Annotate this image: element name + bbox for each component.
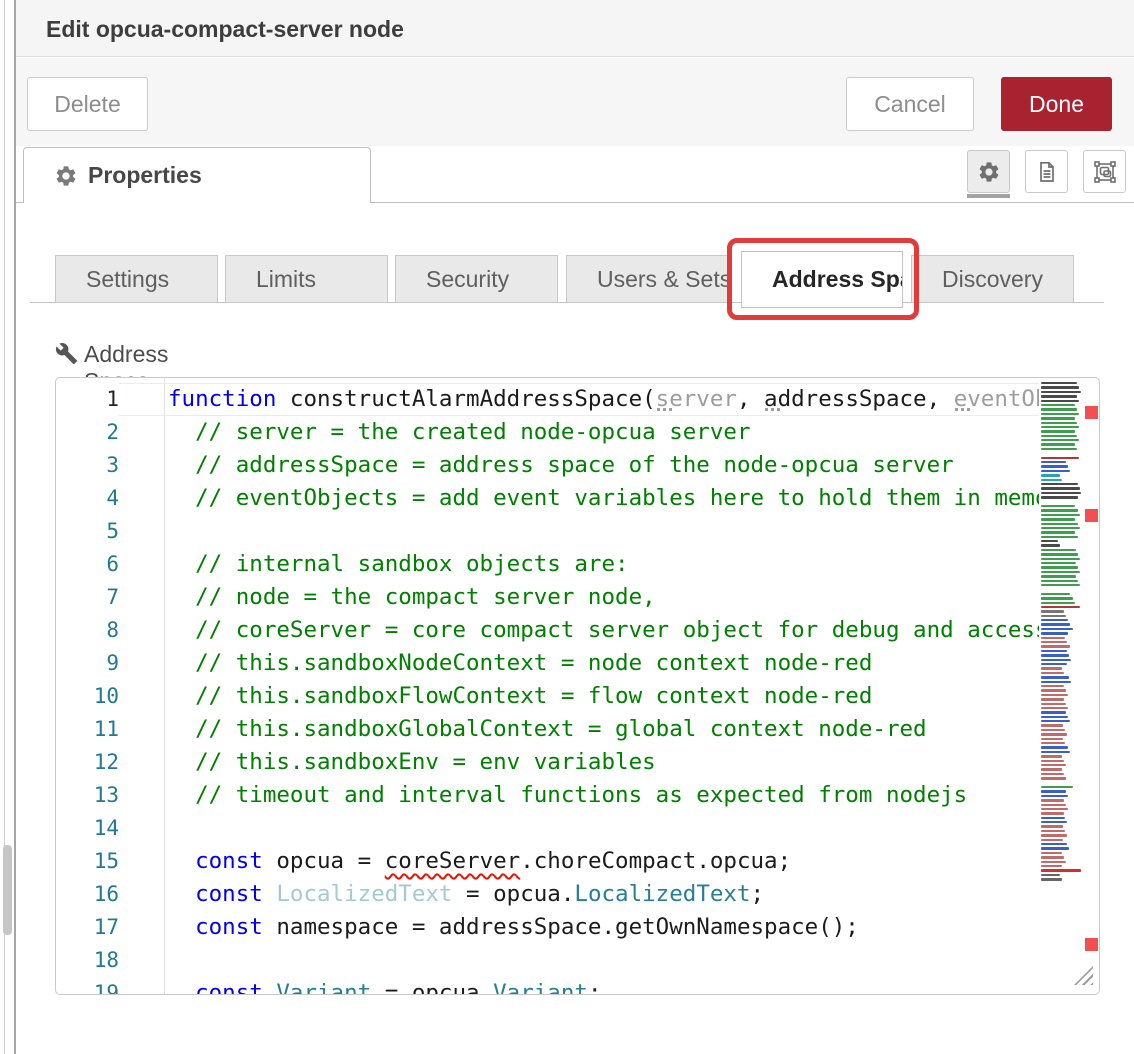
line-number: 5 [56,515,119,548]
line-number: 9 [56,647,119,680]
code-line: 1function constructAlarmAddressSpace(ser… [56,383,1039,416]
error-marker[interactable] [1085,509,1098,522]
tab-security[interactable]: Security [395,255,558,303]
wrench-icon [55,342,78,365]
code-line: 18 [56,944,1039,977]
code-line: 2 // server = the created node-opcua ser… [56,416,1039,449]
active-editor-indicator [967,194,1010,198]
cancel-button[interactable]: Cancel [846,77,974,131]
line-number: 16 [56,878,119,911]
tab-limits[interactable]: Limits [225,255,388,303]
description-button[interactable] [1025,150,1068,193]
appearance-button[interactable] [1083,150,1126,193]
line-number: 19 [56,977,119,995]
code-line: 11 // this.sandboxGlobalContext = global… [56,713,1039,746]
code-line: 4 // eventObjects = add event variables … [56,482,1039,515]
properties-tab-label: Properties [88,162,202,189]
line-number: 15 [56,845,119,878]
line-number: 10 [56,680,119,713]
code-line: 16 const LocalizedText = opcua.Localized… [56,878,1039,911]
line-number: 17 [56,911,119,944]
minimap[interactable] [1039,378,1081,994]
tray-border [14,0,16,1054]
line-number: 18 [56,944,119,977]
code-line: 14 [56,812,1039,845]
code-line: 13 // timeout and interval functions as … [56,779,1039,812]
page-scrollbar-thumb[interactable] [3,845,12,935]
code-line: 17 const namespace = addressSpace.getOwn… [56,911,1039,944]
code-line: 7 // node = the compact server node, [56,581,1039,614]
error-marker[interactable] [1085,938,1098,951]
code-line: 15 const opcua = coreServer.choreCompact… [56,845,1039,878]
line-number: 3 [56,449,119,482]
line-number: 7 [56,581,119,614]
code-line: 6 // internal sandbox objects are: [56,548,1039,581]
code-lines: 1function constructAlarmAddressSpace(ser… [56,383,1039,995]
done-button[interactable]: Done [1001,77,1112,131]
tab-address-space[interactable]: Address Space [741,251,903,308]
code-line: 3 // addressSpace = address space of the… [56,449,1039,482]
code-line: 10 // this.sandboxFlowContext = flow con… [56,680,1039,713]
line-number: 12 [56,746,119,779]
line-number: 14 [56,812,119,845]
code-line: 12 // this.sandboxEnv = env variables [56,746,1039,779]
line-number: 6 [56,548,119,581]
code-line: 5 [56,515,1039,548]
tab-settings[interactable]: Settings [55,255,218,303]
error-marker[interactable] [1085,406,1098,419]
gear-icon [54,164,78,188]
line-number: 4 [56,482,119,515]
delete-button[interactable]: Delete [27,77,148,131]
appearance-icon [1093,160,1117,184]
code-line: 9 // this.sandboxNodeContext = node cont… [56,647,1039,680]
tab-properties[interactable]: Properties [23,147,371,203]
description-icon [1035,160,1059,184]
dialog-title: Edit opcua-compact-server node [46,16,404,43]
line-number: 8 [56,614,119,647]
code-editor[interactable]: 1function constructAlarmAddressSpace(ser… [55,377,1100,995]
properties-editor-button[interactable] [967,150,1010,193]
line-number: 1 [56,383,119,416]
code-line: 19 const Variant = opcua.Variant; [56,977,1039,995]
code-line: 8 // coreServer = core compact server ob… [56,614,1039,647]
tab-users-sets[interactable]: Users & Sets [566,255,729,303]
dialog-header: Edit opcua-compact-server node [16,0,1134,57]
line-number: 11 [56,713,119,746]
line-number: 2 [56,416,119,449]
gear-icon [977,160,1001,184]
line-number: 13 [56,779,119,812]
tab-discovery[interactable]: Discovery [911,255,1074,303]
